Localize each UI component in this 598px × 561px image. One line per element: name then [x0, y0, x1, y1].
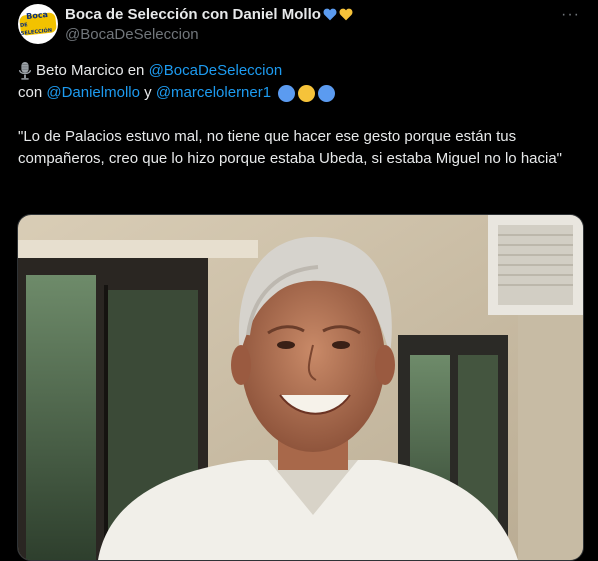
handle[interactable]: @BocaDeSeleccion — [65, 26, 199, 43]
tweet-photo[interactable] — [17, 214, 584, 561]
tweet-text-segment: y — [144, 84, 152, 101]
blue-circle-icon — [278, 84, 296, 102]
tweet-header: Boca DE SELECCIÓN Boca de Selección con … — [18, 4, 588, 48]
blue-circle-icon — [318, 84, 336, 102]
tweet-quote: "Lo de Palacios estuvo mal, no tiene que… — [18, 128, 562, 167]
avatar-logo-subtext: DE SELECCIÓN — [19, 22, 53, 37]
tweet-line-1: Beto Marcico en @BocaDeSeleccion — [18, 60, 584, 82]
tweet-line-2: con @Danielmollo y @marcelolerner1 — [18, 82, 584, 104]
yellow-heart-icon — [339, 8, 353, 21]
mention-link[interactable]: @Danielmollo — [46, 82, 140, 104]
avatar-logo: Boca DE SELECCIÓN — [19, 10, 57, 37]
mention-link[interactable]: @BocaDeSeleccion — [149, 60, 283, 82]
microphone-icon — [18, 62, 32, 80]
photo-illustration — [18, 215, 583, 560]
tweet-text: Beto Marcico en @BocaDeSeleccion con @Da… — [18, 60, 584, 170]
mention-link[interactable]: @marcelolerner1 — [156, 82, 271, 104]
more-options-icon[interactable]: ··· — [561, 6, 580, 24]
tweet-text-segment: Beto Marcico en — [36, 62, 145, 79]
display-name[interactable]: Boca de Selección con Daniel Mollo — [65, 6, 321, 23]
tweet-text-segment: con — [18, 84, 43, 101]
blue-heart-icon — [323, 8, 337, 21]
avatar[interactable]: Boca DE SELECCIÓN — [18, 4, 58, 44]
name-row: Boca de Selección con Daniel Mollo — [65, 6, 353, 23]
yellow-circle-icon — [298, 84, 316, 102]
